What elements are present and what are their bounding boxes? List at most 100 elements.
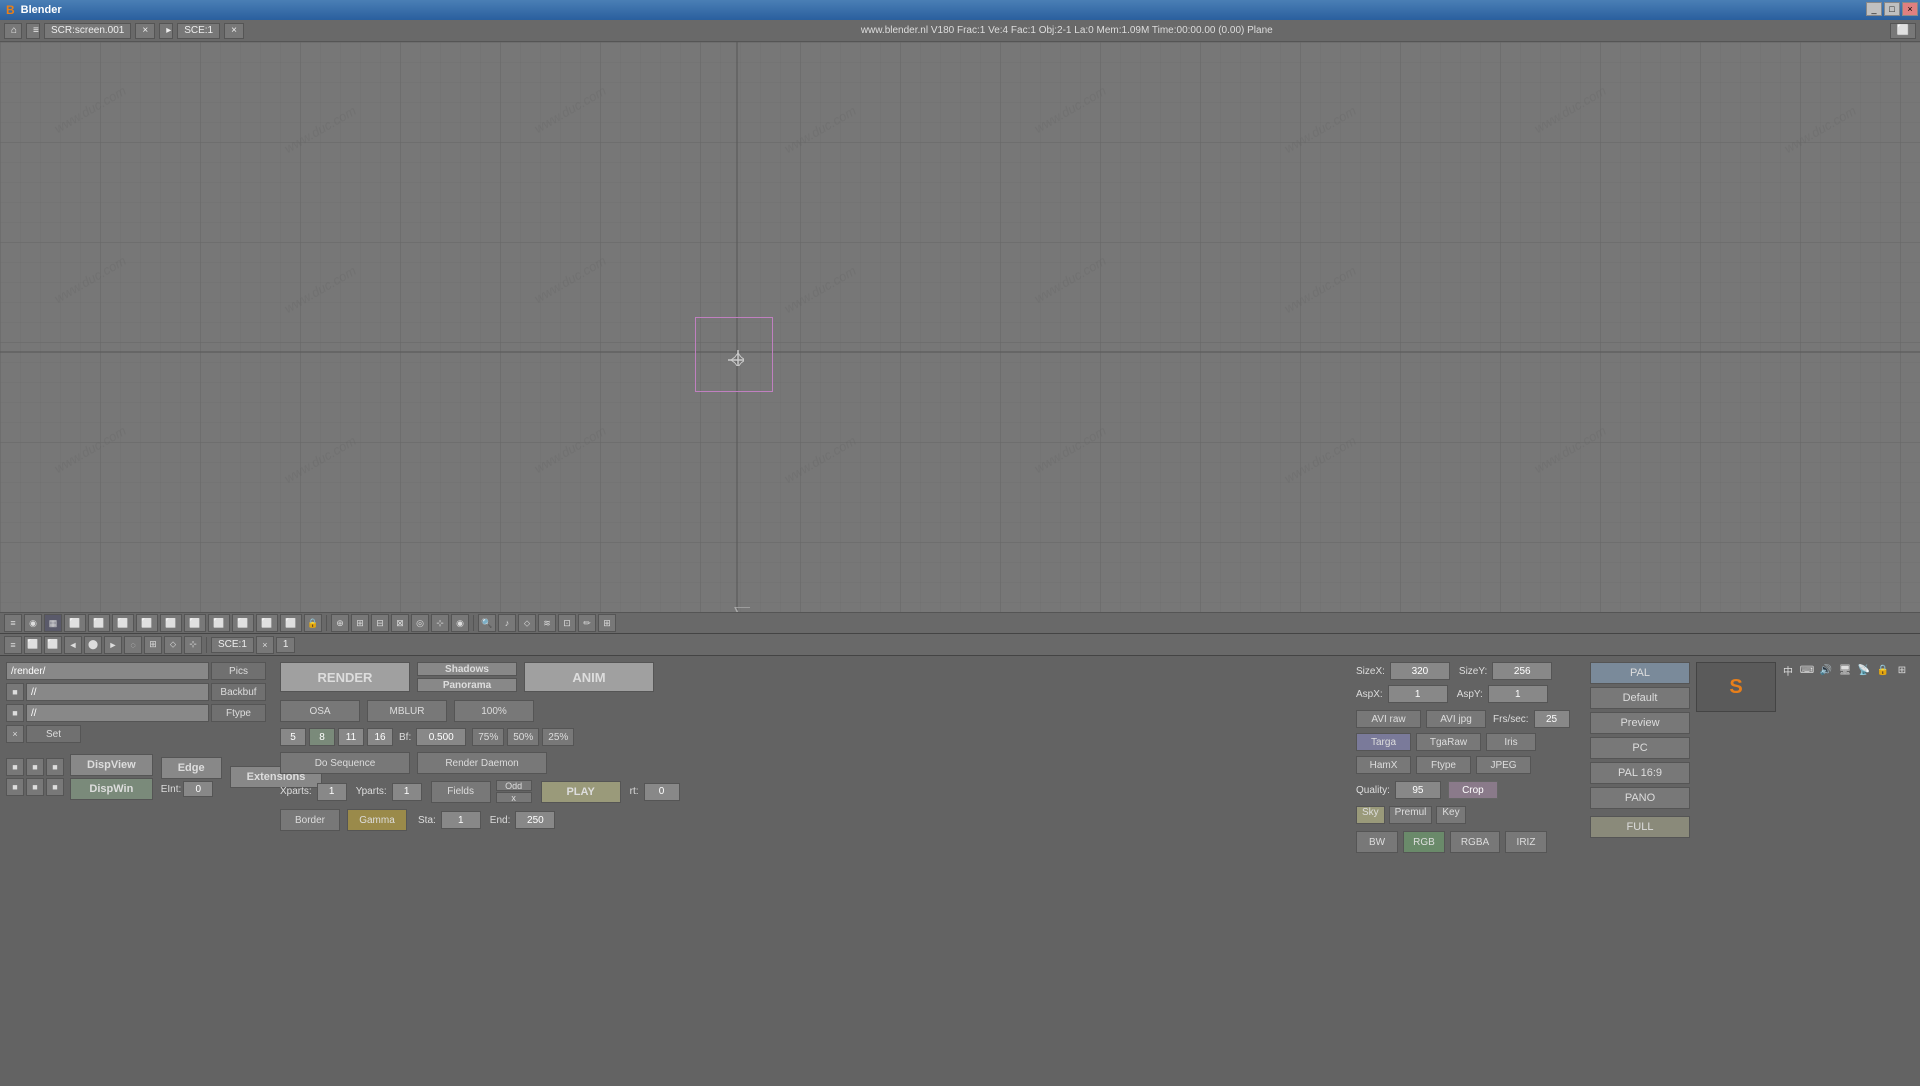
pc-btn[interactable]: PC: [1590, 737, 1690, 759]
ftype-toggle[interactable]: ■: [6, 704, 24, 722]
crop-button[interactable]: Crop: [1448, 781, 1498, 799]
tl-keys[interactable]: ⊞: [144, 636, 162, 654]
tray-icon-6[interactable]: 🔒: [1875, 662, 1891, 678]
disp-btn-1[interactable]: ■: [6, 758, 24, 776]
select-btn[interactable]: ◉: [24, 614, 42, 632]
tray-icon-2[interactable]: ⌨: [1799, 662, 1815, 678]
full-btn[interactable]: FULL: [1590, 816, 1690, 838]
script-btn[interactable]: ⊡: [558, 614, 576, 632]
iriz-btn[interactable]: IRIZ: [1505, 831, 1547, 853]
render-path-input[interactable]: [6, 662, 209, 680]
lock-btn[interactable]: 🔒: [304, 614, 322, 632]
tl-fwd[interactable]: ►: [104, 636, 122, 654]
obj-btn-4[interactable]: ⬜: [136, 614, 158, 632]
play-btn[interactable]: PLAY: [541, 781, 621, 803]
pct-25[interactable]: 25%: [542, 728, 574, 746]
backbuf-path-input[interactable]: [26, 683, 209, 701]
sta-input[interactable]: [441, 811, 481, 829]
disp-btn-6[interactable]: ■: [46, 778, 64, 796]
render-daemon-btn[interactable]: Render Daemon: [417, 752, 547, 774]
hamx-btn[interactable]: HamX: [1356, 756, 1411, 774]
game-btn[interactable]: ⬦: [518, 614, 536, 632]
minimize-button[interactable]: _: [1866, 2, 1882, 16]
x-btn[interactable]: x: [496, 792, 532, 803]
transform-btn[interactable]: ⊞: [351, 614, 369, 632]
quality-input[interactable]: [1395, 781, 1441, 799]
window-fullscreen[interactable]: ⬜: [1890, 23, 1916, 39]
tl-extra[interactable]: ⬦: [164, 636, 182, 654]
tl-extra2[interactable]: ⊹: [184, 636, 202, 654]
disp-btn-5[interactable]: ■: [26, 778, 44, 796]
close-button[interactable]: ×: [1902, 2, 1918, 16]
obj-btn-1[interactable]: ⬜: [64, 614, 86, 632]
ftype-btn2[interactable]: Ftype: [1416, 756, 1471, 774]
maximize-button[interactable]: □: [1884, 2, 1900, 16]
rgb-btn[interactable]: RGB: [1403, 831, 1445, 853]
seq-btn[interactable]: ≋: [538, 614, 556, 632]
screen-selector[interactable]: SCR:screen.001: [44, 23, 131, 39]
mirror-btn[interactable]: ⊟: [371, 614, 389, 632]
prop-edit-btn[interactable]: ◉: [451, 614, 469, 632]
home-icon[interactable]: ⌂: [4, 23, 22, 39]
pano-btn[interactable]: PANO: [1590, 787, 1690, 809]
obj-btn-6[interactable]: ⬜: [184, 614, 206, 632]
premul-btn[interactable]: Premul: [1389, 806, 1433, 824]
rt-input[interactable]: [644, 783, 680, 801]
pct-50[interactable]: 50%: [507, 728, 539, 746]
x-btn[interactable]: ×: [6, 725, 24, 743]
osa-btn[interactable]: OSA: [280, 700, 360, 722]
fields-btn[interactable]: Fields: [431, 781, 491, 803]
preview-btn[interactable]: Preview: [1590, 712, 1690, 734]
border-btn[interactable]: Border: [280, 809, 340, 831]
disp-win-btn[interactable]: DispWin: [70, 778, 153, 800]
tl-anim[interactable]: ◌: [124, 636, 142, 654]
pct-75[interactable]: 75%: [472, 728, 504, 746]
edge-btn[interactable]: Edge: [161, 757, 222, 779]
end-input[interactable]: [515, 811, 555, 829]
frame-input[interactable]: 1: [276, 637, 296, 653]
e-int-input[interactable]: [183, 781, 213, 797]
scene-arrow[interactable]: ▸: [159, 23, 173, 39]
tray-icon-3[interactable]: 🔊: [1818, 662, 1834, 678]
extra-btn[interactable]: ⊞: [598, 614, 616, 632]
tray-icon-5[interactable]: 📡: [1856, 662, 1872, 678]
disp-btn-2[interactable]: ■: [26, 758, 44, 776]
tl-back[interactable]: ◄: [64, 636, 82, 654]
tray-icon-7[interactable]: ⊞: [1894, 662, 1910, 678]
odd-btn[interactable]: Odd: [496, 780, 532, 791]
disp-btn-3[interactable]: ■: [46, 758, 64, 776]
gamma-btn[interactable]: Gamma: [347, 809, 407, 831]
fps-input[interactable]: [1534, 710, 1570, 728]
osa-16[interactable]: 16: [367, 728, 393, 746]
tray-icon-1[interactable]: 中: [1780, 662, 1796, 678]
iris-btn[interactable]: Iris: [1486, 733, 1536, 751]
tl-menu[interactable]: ≡: [4, 636, 22, 654]
bw-btn[interactable]: BW: [1356, 831, 1398, 853]
tl-play[interactable]: ⬤: [84, 636, 102, 654]
close-scene-btn[interactable]: ×: [256, 636, 274, 654]
scene-selector[interactable]: SCE:1: [177, 23, 220, 39]
osa-11[interactable]: 11: [338, 728, 364, 746]
panorama-btn[interactable]: Panorama: [417, 678, 517, 692]
pen-btn[interactable]: ✏: [578, 614, 596, 632]
obj-btn-7[interactable]: ⬜: [208, 614, 230, 632]
xparts-input[interactable]: [317, 783, 347, 801]
pct-100-btn[interactable]: 100%: [454, 700, 534, 722]
osa-8[interactable]: 8: [309, 728, 335, 746]
tga-raw-btn[interactable]: TgaRaw: [1416, 733, 1481, 751]
obj-btn-5[interactable]: ⬜: [160, 614, 182, 632]
add-menu-btn[interactable]: ⊕: [331, 614, 349, 632]
rgba-btn[interactable]: RGBA: [1450, 831, 1500, 853]
avi-raw-btn[interactable]: AVI raw: [1356, 710, 1421, 728]
audio-btn[interactable]: ♪: [498, 614, 516, 632]
snap-btn[interactable]: ⊠: [391, 614, 409, 632]
align-btn[interactable]: ⊹: [431, 614, 449, 632]
menu-icon[interactable]: ≡: [26, 23, 40, 39]
size-y-input[interactable]: [1492, 662, 1552, 680]
jpeg-btn[interactable]: JPEG: [1476, 756, 1531, 774]
avi-jpg-btn[interactable]: AVI jpg: [1426, 710, 1486, 728]
obj-btn-10[interactable]: ⬜: [280, 614, 302, 632]
mesh-btn[interactable]: ▦: [44, 614, 62, 632]
mblur-btn[interactable]: MBLUR: [367, 700, 447, 722]
default-btn[interactable]: Default: [1590, 687, 1690, 709]
